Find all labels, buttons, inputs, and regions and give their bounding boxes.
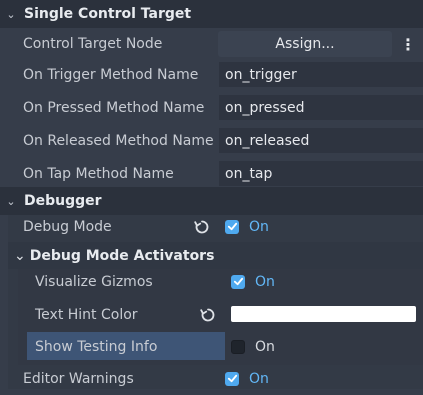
property-on-trigger: On Trigger Method Name on_trigger: [0, 58, 423, 91]
property-text-hint-color: Text Hint Color: [0, 298, 423, 331]
show-testing-info-toggle[interactable]: On: [225, 334, 423, 359]
checkbox-checked-icon: [225, 371, 239, 386]
on-pressed-input[interactable]: on_pressed: [219, 95, 423, 120]
property-visualize-gizmos: Visualize Gizmos On: [0, 265, 423, 298]
chevron-down-icon: ⌄: [14, 247, 26, 264]
checkbox-checked-icon: [231, 274, 245, 289]
toggle-state: On: [249, 370, 269, 387]
on-released-input[interactable]: on_released: [219, 128, 423, 153]
editor-warnings-toggle[interactable]: On: [219, 366, 423, 391]
field-value: on_pressed: [225, 99, 305, 116]
property-label: Show Testing Info: [35, 338, 158, 355]
property-label: On Tap Method Name: [23, 165, 174, 182]
property-label: Visualize Gizmos: [35, 273, 153, 290]
property-label: On Pressed Method Name: [23, 99, 205, 116]
property-editor-warnings: Editor Warnings On: [0, 362, 423, 395]
chevron-down-icon: ⌄: [6, 194, 16, 208]
assign-button[interactable]: Assign...: [218, 31, 392, 57]
kebab-menu-icon[interactable]: ⋮: [396, 31, 420, 57]
property-show-testing-info: Show Testing Info On: [0, 330, 423, 363]
property-on-tap: On Tap Method Name on_tap: [0, 157, 423, 190]
revert-icon[interactable]: [200, 307, 216, 323]
color-picker-swatch[interactable]: [231, 306, 416, 322]
property-label: On Trigger Method Name: [23, 66, 199, 83]
debug-mode-toggle[interactable]: On: [219, 214, 423, 239]
property-control-target-node: Control Target Node Assign... ⋮: [0, 27, 423, 60]
property-label: Text Hint Color: [35, 306, 138, 323]
visualize-gizmos-toggle[interactable]: On: [225, 269, 423, 294]
section-single-control-target[interactable]: ⌄ Single Control Target: [0, 0, 423, 28]
property-label: Control Target Node: [23, 35, 163, 52]
property-on-pressed: On Pressed Method Name on_pressed: [0, 91, 423, 124]
checkbox-unchecked-icon: [231, 339, 245, 354]
on-trigger-input[interactable]: on_trigger: [219, 62, 423, 87]
on-tap-input[interactable]: on_tap: [219, 161, 423, 186]
section-title: Debug Mode Activators: [29, 247, 215, 264]
toggle-state: On: [249, 218, 269, 235]
section-title: Debugger: [24, 193, 102, 209]
field-value: on_tap: [225, 165, 273, 182]
checkbox-checked-icon: [225, 219, 239, 234]
field-value: on_released: [225, 132, 310, 149]
property-label: Editor Warnings: [23, 370, 134, 387]
chevron-down-icon: ⌄: [6, 7, 16, 21]
revert-icon[interactable]: [194, 219, 210, 235]
field-value: on_trigger: [225, 66, 297, 83]
property-label: On Released Method Name: [23, 132, 214, 149]
property-debug-mode: Debug Mode On: [0, 210, 423, 243]
property-on-released: On Released Method Name on_released: [0, 124, 423, 157]
toggle-state: On: [255, 273, 275, 290]
section-title: Single Control Target: [24, 6, 192, 22]
toggle-state: On: [255, 338, 275, 355]
property-label: Debug Mode: [23, 218, 112, 235]
